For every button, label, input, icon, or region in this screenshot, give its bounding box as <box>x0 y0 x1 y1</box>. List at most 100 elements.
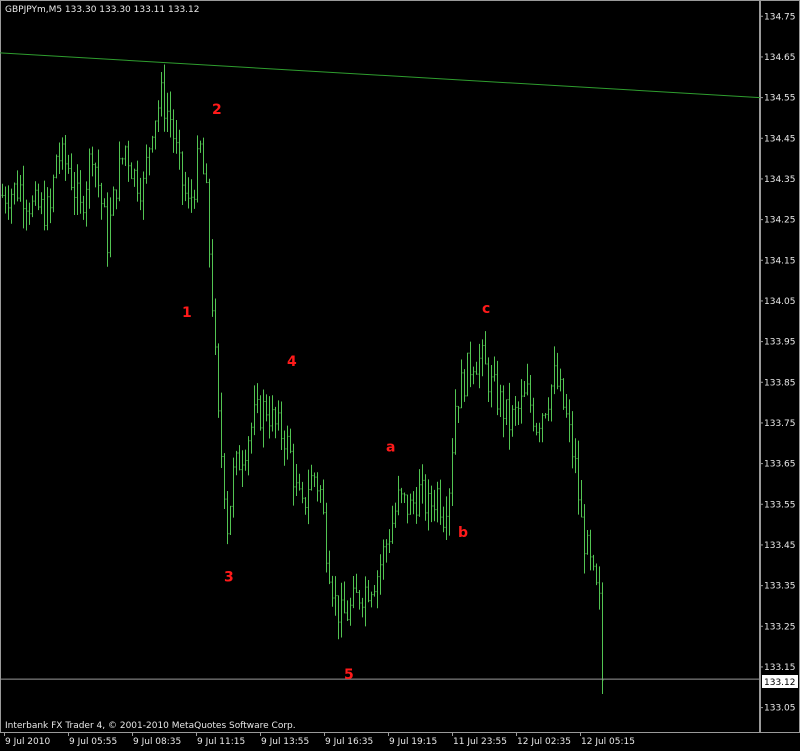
price-bar <box>457 405 460 424</box>
wave-label[interactable]: a <box>386 439 395 455</box>
wave-label[interactable]: c <box>482 301 490 317</box>
wave-label[interactable]: 1 <box>182 305 192 321</box>
price-tick-label: 133.95 <box>764 338 796 348</box>
plot-frame <box>0 0 760 733</box>
price-tick <box>760 707 763 709</box>
price-bar <box>172 109 175 153</box>
price-bar <box>451 438 454 507</box>
price-bar <box>94 162 97 188</box>
price-bar <box>19 174 22 202</box>
wave-label[interactable]: 4 <box>287 354 297 370</box>
price-bar <box>160 71 163 117</box>
price-bar <box>301 481 304 504</box>
price-tick-label: 133.15 <box>764 663 796 673</box>
price-bar <box>472 366 475 385</box>
wave-label[interactable]: 3 <box>224 570 234 586</box>
price-bar <box>31 195 34 218</box>
price-bar <box>154 120 157 150</box>
time-tick <box>196 732 197 736</box>
time-tick-label: 12 Jul 05:15 <box>581 737 635 747</box>
price-bar <box>373 584 376 597</box>
price-bar <box>322 479 325 515</box>
price-bar <box>238 445 241 471</box>
price-bar <box>310 464 313 491</box>
price-bar <box>28 202 31 225</box>
price-bar <box>340 582 343 638</box>
price-bar <box>424 474 427 521</box>
price-bar <box>385 539 388 563</box>
price-bar <box>532 397 535 432</box>
price-bar <box>487 357 490 403</box>
price-tick <box>760 503 763 505</box>
price-bar <box>97 149 100 198</box>
price-bar <box>253 385 256 436</box>
price-bar <box>295 463 298 497</box>
price-bar <box>343 581 346 614</box>
price-tick <box>760 544 763 546</box>
price-bar <box>64 135 67 181</box>
price-bar <box>130 162 133 180</box>
price-bar <box>145 144 148 184</box>
wave-label[interactable]: b <box>458 525 468 541</box>
price-bar <box>304 497 307 515</box>
price-bar <box>43 180 46 231</box>
price-bar <box>205 163 208 184</box>
price-bar <box>166 92 169 133</box>
price-bar <box>469 341 472 388</box>
price-bar <box>331 575 334 607</box>
price-bar <box>220 392 223 469</box>
price-bar <box>520 379 523 424</box>
price-bar <box>142 171 145 220</box>
price-bar <box>442 506 445 533</box>
price-bar <box>466 352 469 397</box>
price-bar <box>496 360 499 416</box>
price-tick <box>760 381 763 383</box>
price-tick-label: 134.35 <box>764 175 796 185</box>
price-bar <box>76 164 79 215</box>
price-tick <box>760 15 763 17</box>
price-tick <box>760 625 763 627</box>
price-tick-label: 134.05 <box>764 297 796 307</box>
trendline[interactable] <box>0 52 761 99</box>
price-bar <box>430 485 433 523</box>
price-bar <box>121 157 124 165</box>
price-bar <box>355 573 358 594</box>
price-tick-label: 133.55 <box>764 500 796 510</box>
price-tick-label: 134.15 <box>764 256 796 266</box>
price-bar <box>370 591 373 608</box>
price-bar <box>13 182 16 205</box>
price-bar <box>406 494 409 524</box>
price-bar <box>412 491 415 515</box>
price-bar <box>85 181 88 227</box>
price-bar <box>553 346 556 395</box>
price-bar <box>112 186 115 216</box>
price-tick-label: 134.65 <box>764 53 796 63</box>
price-bar <box>211 239 214 317</box>
price-bar <box>109 197 112 258</box>
price-bar <box>46 187 49 231</box>
price-tick-label: 134.55 <box>764 94 796 104</box>
price-bar <box>358 590 361 610</box>
price-bar <box>478 343 481 389</box>
price-bar <box>475 361 478 375</box>
price-bar <box>433 489 436 522</box>
price-bar <box>34 181 37 206</box>
price-bar <box>49 188 52 224</box>
price-tick <box>760 219 763 221</box>
price-bar <box>73 171 76 215</box>
price-bar <box>376 570 379 609</box>
price-bar <box>67 154 70 174</box>
price-bar <box>247 436 250 476</box>
price-bar <box>52 174 55 213</box>
price-bar <box>493 356 496 382</box>
time-tick <box>388 732 389 736</box>
copyright-text: Interbank FX Trader 4, © 2001-2010 MetaQ… <box>5 721 296 731</box>
wave-label[interactable]: 5 <box>344 667 354 683</box>
wave-label[interactable]: 2 <box>212 102 222 118</box>
price-chart: 134.75 134.65 134.55 134.45 134.35 134.25 134.… <box>0 0 800 747</box>
price-bar <box>91 146 94 177</box>
price-bar <box>40 192 43 215</box>
price-bar <box>556 352 559 390</box>
price-bar <box>190 179 193 213</box>
price-tick <box>760 56 763 58</box>
